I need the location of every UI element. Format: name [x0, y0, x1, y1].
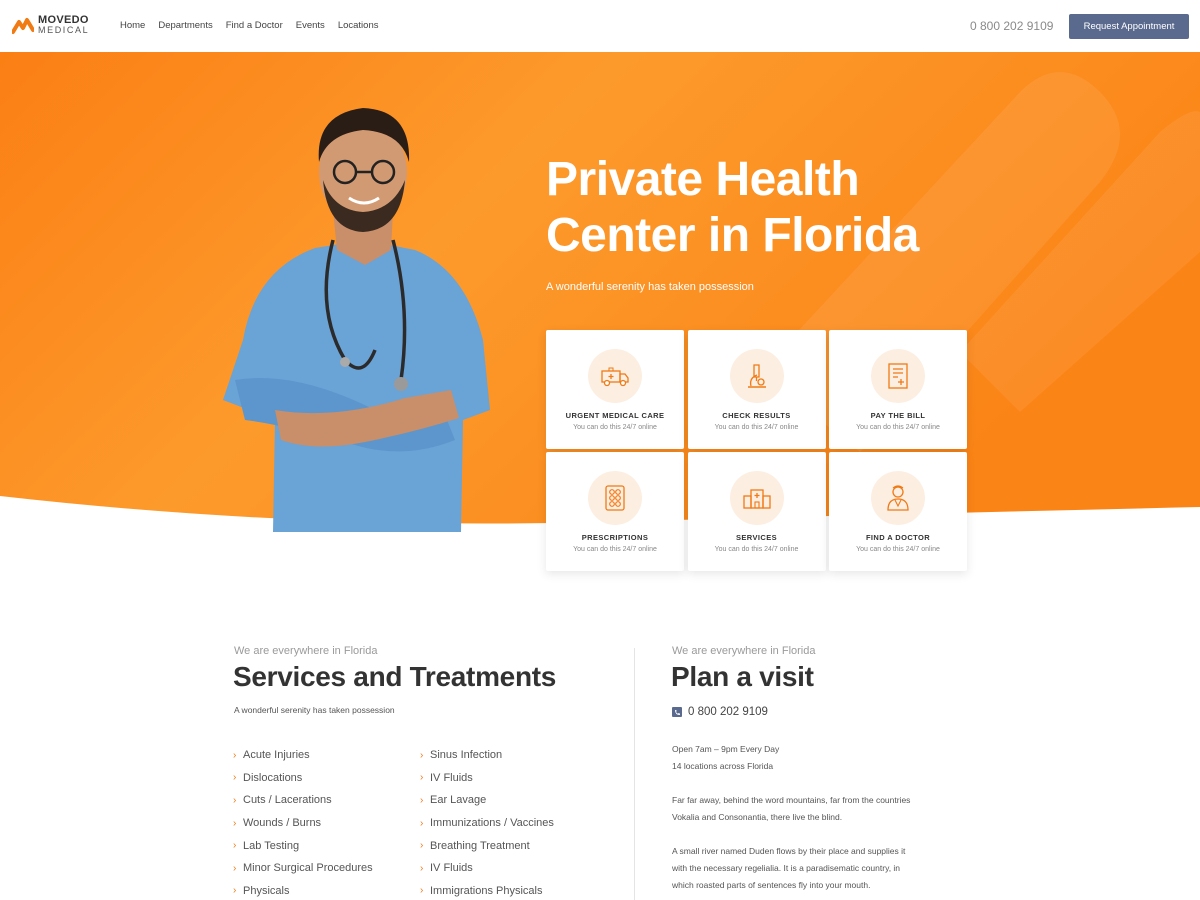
nav-departments[interactable]: Departments	[158, 20, 212, 31]
card-title: FIND A DOCTOR	[865, 533, 931, 542]
column-divider	[634, 648, 635, 900]
nav-locations[interactable]: Locations	[338, 20, 379, 31]
card-title: CHECK RESULTS	[722, 411, 791, 420]
card-prescriptions[interactable]: PRESCRIPTIONS You can do this 24/7 onlin…	[546, 452, 684, 571]
card-find-a-doctor[interactable]: FIND A DOCTOR You can do this 24/7 onlin…	[829, 452, 967, 571]
card-subtitle: You can do this 24/7 online	[573, 424, 657, 431]
chevron-right-icon: ›	[233, 817, 237, 829]
visit-eyebrow: We are everywhere in Florida	[672, 645, 816, 657]
hero-subtitle: A wonderful serenity has taken possessio…	[546, 281, 754, 293]
card-subtitle: You can do this 24/7 online	[714, 424, 799, 431]
list-item[interactable]: › Breathing Treatment	[420, 834, 620, 857]
nav-find-a-doctor[interactable]: Find a Doctor	[226, 20, 283, 31]
chevron-right-icon: ›	[420, 749, 424, 761]
card-subtitle: You can do this 24/7 online	[856, 424, 940, 431]
list-item[interactable]: › Dislocations	[233, 767, 413, 790]
card-title: URGENT MEDICAL CARE	[565, 411, 665, 420]
list-item[interactable]: › Sinus Infection	[420, 744, 620, 767]
list-item[interactable]: › IV Fluids	[420, 857, 620, 880]
pills-icon	[588, 471, 642, 525]
card-title: PAY THE BILL	[870, 411, 926, 420]
header-phone[interactable]: 0 800 202 9109	[970, 19, 1053, 33]
chevron-right-icon: ›	[420, 794, 424, 806]
services-subtitle: A wonderful serenity has taken possessio…	[234, 705, 395, 715]
list-item[interactable]: › Minor Surgical Procedures	[233, 857, 413, 880]
main-nav: Home Departments Find a Doctor Events Lo…	[120, 20, 378, 31]
list-item[interactable]: › Ear Lavage	[420, 789, 620, 812]
visit-phone-number: 0 800 202 9109	[688, 706, 768, 718]
list-item[interactable]: › Cuts / Lacerations	[233, 789, 413, 812]
card-title: SERVICES	[736, 533, 777, 542]
bill-icon	[871, 349, 925, 403]
chevron-right-icon: ›	[233, 840, 237, 852]
chevron-right-icon: ›	[420, 885, 424, 897]
nav-events[interactable]: Events	[296, 20, 325, 31]
logo-wordmark: MOVEDO	[38, 14, 89, 26]
services-title: Services and Treatments	[233, 661, 557, 692]
chevron-right-icon: ›	[420, 772, 424, 784]
request-appointment-button[interactable]: Request Appointment	[1069, 14, 1189, 39]
visit-locations: 14 locations across Florida	[672, 761, 774, 771]
list-item[interactable]: › Immunizations / Vaccines	[420, 812, 620, 835]
service-cards: URGENT MEDICAL CARE You can do this 24/7…	[546, 330, 967, 571]
card-subtitle: You can do this 24/7 online	[856, 546, 940, 553]
logo[interactable]: MOVEDO MEDICAL	[12, 15, 89, 35]
card-urgent-medical-care[interactable]: URGENT MEDICAL CARE You can do this 24/7…	[546, 330, 684, 449]
visit-paragraph-1: Far far away, behind the word mountains,…	[672, 795, 911, 822]
microscope-icon	[729, 349, 784, 403]
list-item[interactable]: › Immigrations Physicals	[420, 880, 620, 900]
logo-tagline: MEDICAL	[38, 25, 90, 35]
nav-home[interactable]: Home	[120, 20, 145, 31]
logo-mark-icon	[12, 15, 34, 35]
list-item[interactable]: › IV Fluids	[420, 767, 620, 790]
hospital-icon	[729, 471, 784, 525]
visit-paragraph-2: A small river named Duden flows by their…	[672, 846, 906, 890]
chevron-right-icon: ›	[233, 772, 237, 784]
doctor-photo	[223, 108, 490, 532]
card-pay-the-bill[interactable]: PAY THE BILL You can do this 24/7 online	[829, 330, 967, 449]
phone-icon	[672, 707, 682, 717]
doctor-icon	[871, 471, 925, 525]
chevron-right-icon: ›	[233, 862, 237, 874]
visit-phone[interactable]: 0 800 202 9109	[672, 706, 768, 718]
list-item[interactable]: › Acute Injuries	[233, 744, 413, 767]
hero-title: Private Health Center in Florida	[546, 153, 919, 262]
services-eyebrow: We are everywhere in Florida	[234, 645, 378, 657]
card-title: PRESCRIPTIONS	[581, 533, 649, 542]
visit-hours: Open 7am – 9pm Every Day	[672, 744, 780, 754]
card-subtitle: You can do this 24/7 online	[714, 546, 799, 553]
site-header: MOVEDO MEDICAL Home Departments Find a D…	[0, 0, 1200, 52]
chevron-right-icon: ›	[233, 749, 237, 761]
chevron-right-icon: ›	[233, 794, 237, 806]
services-list-left: › Acute Injuries › Dislocations › Cuts / La…	[233, 744, 413, 900]
card-check-results[interactable]: CHECK RESULTS You can do this 24/7 onlin…	[687, 330, 826, 449]
list-item[interactable]: › Wounds / Burns	[233, 812, 413, 835]
chevron-right-icon: ›	[420, 840, 424, 852]
services-list-right: › Sinus Infection › IV Fluids › Ear Lavage …	[420, 744, 620, 900]
list-item[interactable]: › Physicals	[233, 880, 413, 900]
card-services[interactable]: SERVICES You can do this 24/7 online	[687, 452, 826, 571]
chevron-right-icon: ›	[420, 862, 424, 874]
ambulance-icon	[588, 349, 642, 403]
chevron-right-icon: ›	[233, 885, 237, 897]
chevron-right-icon: ›	[420, 817, 424, 829]
list-item[interactable]: › Lab Testing	[233, 834, 413, 857]
visit-title: Plan a visit	[671, 661, 814, 692]
card-subtitle: You can do this 24/7 online	[573, 546, 657, 553]
